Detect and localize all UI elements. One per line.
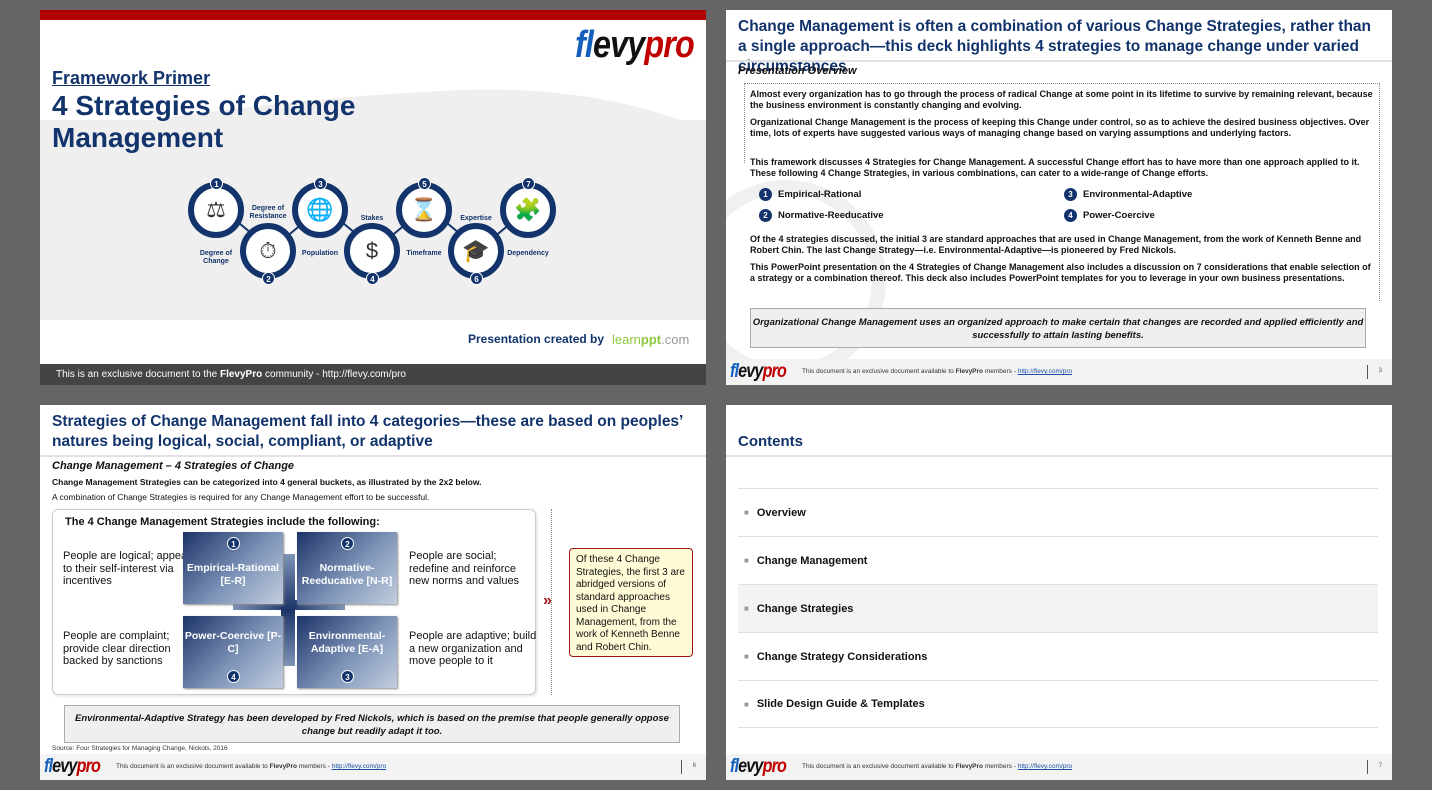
quadrant-power-coercive: 4 Power-Coercive [P-C] (183, 616, 283, 688)
scales-icon: ⚖ (188, 182, 244, 238)
page-number: 7 (1378, 763, 1382, 769)
consideration-number: 2 (262, 272, 275, 285)
overview-paragraph: This PowerPoint presentation on the 4 St… (750, 262, 1371, 283)
strategies-panel: The 4 Change Management Strategies inclu… (52, 509, 536, 695)
stopwatch-wrench-icon: ⏱ (240, 223, 296, 279)
slide-title[interactable]: flevypro Framework Primer 4 Strategies o… (40, 10, 706, 385)
framework-kicker: Framework Primer (52, 68, 211, 88)
consideration-number: 7 (522, 177, 535, 190)
intro-line: Change Management Strategies can be cate… (52, 477, 482, 487)
footer-text: This document is an exclusive document a… (802, 368, 1073, 375)
key-takeaway-box: Organizational Change Management uses an… (750, 308, 1366, 348)
slide-footer: flevypro This document is an exclusive d… (726, 359, 1392, 385)
accent-bar (40, 10, 706, 20)
consideration-label: Degree of Resistance (249, 205, 287, 220)
matrix-cross (281, 554, 295, 666)
consideration-label: Timeframe (406, 250, 442, 257)
contents-item-considerations[interactable]: ■ Change Strategy Considerations (738, 632, 1378, 680)
section-subtitle: Presentation Overview (738, 65, 857, 77)
bullet-icon: ■ (744, 556, 749, 565)
flevypro-logo: flevypro (44, 756, 101, 777)
consideration-number: 3 (314, 177, 327, 190)
quadrant-environmental-adaptive: 3 Environmental-Adaptive [E-A] (297, 616, 397, 688)
page-number: 6 (692, 763, 696, 769)
bullet-icon: ■ (744, 604, 749, 613)
slide-footer: This is an exclusive document to the Fle… (40, 364, 706, 385)
contents-list: ■ Overview ■ Change Management ■ Change Str… (738, 488, 1378, 728)
note-box: Of these 4 Change Strategies, the first … (569, 548, 693, 657)
page-number: 3 (1378, 368, 1382, 374)
globe-icon: 🌐 (292, 182, 348, 238)
consideration-label: Dependency (507, 250, 549, 257)
consideration-number: 4 (366, 272, 379, 285)
flevypro-logo: flevypro (730, 756, 787, 777)
intro-line: A combination of Change Strategies is re… (52, 492, 430, 502)
strategy-item: 1 Empirical-Rational (759, 188, 861, 201)
overview-paragraph: Organizational Change Management is the … (750, 117, 1370, 138)
bullet-icon: ■ (744, 652, 749, 661)
slide-title: Contents (738, 433, 803, 450)
consideration-label: Population (301, 250, 339, 257)
source-citation: Source: Four Strategies for Managing Cha… (52, 745, 228, 752)
title-divider (726, 455, 1392, 457)
bullet-icon: ■ (744, 508, 749, 517)
contents-item-overview[interactable]: ■ Overview (738, 488, 1378, 536)
slide-title: Strategies of Change Management fall int… (52, 413, 683, 450)
deck-title: 4 Strategies of Change Management (52, 90, 356, 153)
quadrant-normative-reeducative: 2 Normative-Reeducative [N-R] (297, 532, 397, 604)
slide-footer: flevypro This document is an exclusive d… (40, 754, 706, 780)
flevypro-logo: flevypro (730, 361, 787, 382)
quadrant-empirical-rational: 1 Empirical-Rational [E-R] (183, 532, 283, 604)
hourglass-icon: ⌛ (396, 182, 452, 238)
quadrant-description: People are adaptive; build a new organiz… (409, 630, 537, 667)
consideration-number: 6 (470, 272, 483, 285)
flevy-link[interactable]: http://flevy.com/pro (1018, 763, 1072, 770)
footer-divider (681, 760, 682, 774)
footer-text: This document is an exclusive document a… (802, 763, 1073, 770)
overview-paragraph: Of the 4 strategies discussed, the initi… (750, 234, 1362, 255)
footer-text: This document is an exclusive document a… (116, 763, 387, 770)
title-divider (40, 455, 706, 457)
considerations-diagram: ⚖ 1 Degree of Change ⏱ 2 Degree of Resis… (185, 170, 565, 290)
footer-divider (1367, 365, 1368, 379)
section-subtitle: Change Management – 4 Strategies of Chan… (52, 460, 295, 472)
footer-divider (1367, 760, 1368, 774)
consideration-label: Stakes (360, 215, 384, 222)
slide-contents[interactable]: Contents ■ Overview ■ Change Management ■ C… (726, 405, 1392, 780)
graduation-cap-icon: 🎓 (448, 223, 504, 279)
strategy-item: 4 Power-Coercive (1064, 209, 1155, 222)
consideration-label: Degree of Change (199, 250, 233, 265)
overview-paragraph: Almost every organization has to go thro… (750, 89, 1373, 110)
quadrant-description: People are logical; appeal to their self… (63, 550, 190, 587)
panel-title: The 4 Change Management Strategies inclu… (65, 516, 380, 528)
hand-money-icon: $ (344, 223, 400, 279)
created-by-label: Presentation created by (468, 332, 605, 346)
consideration-label: Expertise (460, 215, 492, 222)
flevy-link[interactable]: http://flevy.com/pro (1018, 368, 1072, 375)
strategy-item: 3 Environmental-Adaptive (1064, 188, 1192, 201)
quadrant-description: People are complaint; provide clear dire… (63, 630, 171, 667)
double-chevron-icon: » (543, 592, 552, 609)
bullet-icon: ■ (744, 699, 749, 709)
overview-frame-left (744, 83, 745, 163)
overview-paragraph: This framework discusses 4 Strategies fo… (750, 157, 1360, 178)
key-takeaway-box: Environmental-Adaptive Strategy has been… (64, 705, 680, 743)
contents-item-change-strategies[interactable]: ■ Change Strategies (738, 584, 1378, 632)
slide-overview[interactable]: Change Management is often a combination… (726, 10, 1392, 385)
contents-item-change-management[interactable]: ■ Change Management (738, 536, 1378, 584)
flevy-link[interactable]: http://flevy.com/pro (332, 763, 386, 770)
title-divider (726, 60, 1392, 62)
flevypro-logo: flevypro (575, 24, 695, 66)
slide-strategies[interactable]: Strategies of Change Management fall int… (40, 405, 706, 780)
quadrant-description: People are social; redefine and reinforc… (409, 550, 520, 587)
slide-footer: flevypro This document is an exclusive d… (726, 754, 1392, 780)
learnppt-logo: learnppt.com (612, 332, 690, 347)
contents-item-design-guide[interactable]: ■ Slide Design Guide & Templates (738, 680, 1378, 728)
consideration-number: 5 (418, 177, 431, 190)
consideration-number: 1 (210, 177, 223, 190)
strategy-item: 2 Normative-Reeducative (759, 209, 884, 222)
puzzle-bulb-icon: 🧩 (500, 182, 556, 238)
